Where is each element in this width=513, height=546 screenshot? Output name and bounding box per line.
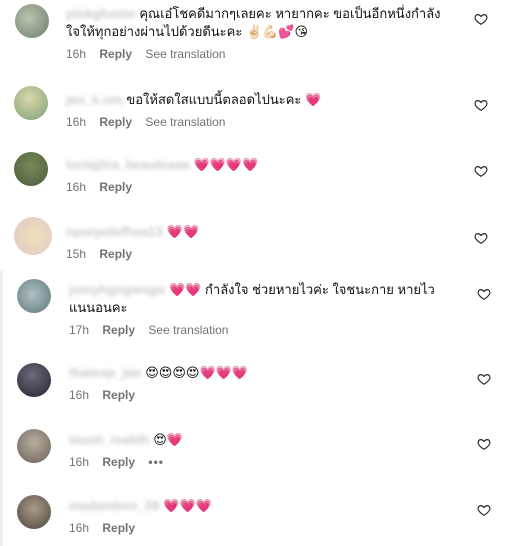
- avatar[interactable]: [14, 86, 48, 120]
- see-translation-link[interactable]: See translation: [148, 323, 228, 337]
- comment-username[interactable]: thaleop_jan: [69, 364, 141, 382]
- comment-time: 16h: [69, 455, 90, 469]
- avatar[interactable]: [17, 429, 51, 463]
- comment-text: 💗💗 กำลังใจ ช่วยหายไวค่ะ ใจชนะกาย หายไว: [169, 282, 435, 297]
- comment-text: ขอให้สดใสแบบนี้ตลอดไปนะคะ 💗: [126, 92, 322, 107]
- reply-button[interactable]: Reply: [99, 180, 132, 194]
- like-heart-icon[interactable]: [477, 372, 491, 386]
- comment-time: 16h: [66, 115, 87, 129]
- comment-username[interactable]: madamben_59: [69, 497, 159, 515]
- reply-button[interactable]: Reply: [102, 521, 135, 535]
- comment-text-continued: ใจให้ทุกอย่างผ่านไปด้วยดีนะคะ ✌🏻💪🏻💕😘: [66, 24, 309, 39]
- comment-text: 💗💗: [166, 224, 200, 239]
- comment-username[interactable]: jeu_k.om: [66, 91, 122, 109]
- avatar[interactable]: [15, 4, 49, 38]
- comment-time: 16h: [69, 388, 90, 402]
- see-translation-link[interactable]: See translation: [145, 47, 225, 61]
- like-heart-icon[interactable]: [477, 437, 491, 451]
- reply-button[interactable]: Reply: [102, 455, 135, 469]
- like-heart-icon[interactable]: [477, 287, 491, 301]
- avatar[interactable]: [14, 217, 52, 255]
- like-heart-icon[interactable]: [474, 98, 488, 112]
- avatar[interactable]: [17, 363, 51, 397]
- reply-button[interactable]: Reply: [99, 115, 132, 129]
- comment-time: 16h: [66, 47, 87, 61]
- like-heart-icon[interactable]: [474, 231, 488, 245]
- comment-username[interactable]: npurpolefhea13: [66, 223, 163, 241]
- avatar[interactable]: [14, 152, 48, 186]
- comment-time: 17h: [69, 323, 90, 337]
- see-translation-link[interactable]: See translation: [145, 115, 225, 129]
- comment-username[interactable]: jomyhgngwogo: [69, 281, 165, 299]
- reply-button[interactable]: Reply: [99, 247, 132, 261]
- avatar[interactable]: [17, 495, 51, 529]
- comment-username[interactable]: pinkghoste: [66, 5, 135, 23]
- comment-text: 💗💗💗: [163, 498, 212, 513]
- comment-username[interactable]: taush_isabth: [69, 431, 149, 449]
- like-heart-icon[interactable]: [474, 12, 488, 26]
- reply-button[interactable]: Reply: [102, 323, 135, 337]
- comment-time: 16h: [66, 180, 87, 194]
- comment-text-continued: แนนอนคะ: [69, 300, 128, 315]
- avatar[interactable]: [17, 279, 51, 313]
- like-heart-icon[interactable]: [477, 503, 491, 517]
- more-options-button[interactable]: •••: [148, 455, 164, 469]
- comment-text: คุณเอ๋โชคดีมากๆเลยคะ หายากคะ ขอเป็นอีกหน…: [139, 6, 441, 21]
- comment-username[interactable]: tortajitra_beauteaaa: [66, 156, 190, 174]
- reply-button[interactable]: Reply: [102, 388, 135, 402]
- comment-time: 15h: [66, 247, 87, 261]
- comment-time: 16h: [69, 521, 90, 535]
- left-edge-strip: [0, 270, 3, 546]
- comment-text: 😍😍😍😍💗💗💗: [145, 365, 249, 380]
- comment-text: 💗💗💗💗: [193, 157, 259, 172]
- comment-text: 😍💗: [153, 432, 183, 447]
- like-heart-icon[interactable]: [474, 164, 488, 178]
- reply-button[interactable]: Reply: [99, 47, 132, 61]
